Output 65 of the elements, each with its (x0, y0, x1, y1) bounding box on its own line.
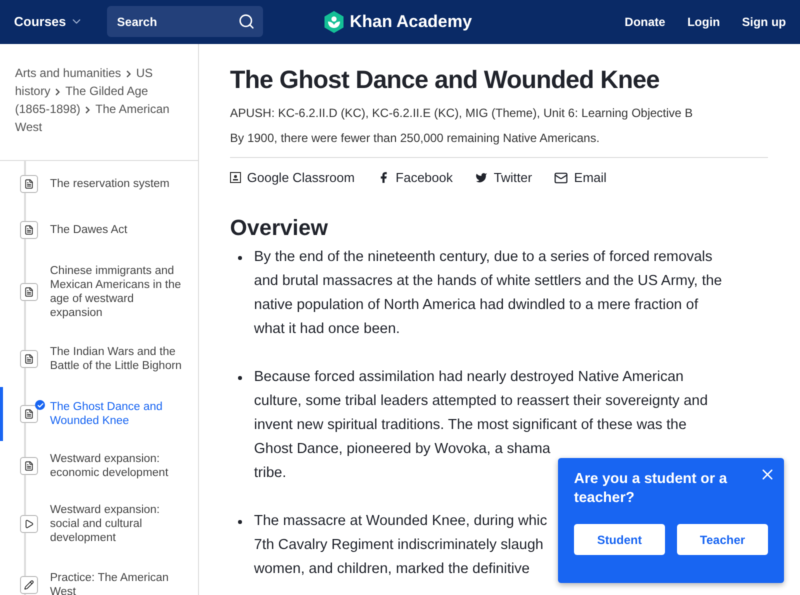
pencil-icon (24, 580, 34, 590)
article-title: The Ghost Dance and Wounded Knee (230, 66, 660, 95)
breadcrumb-link[interactable]: The Gilded Age (65, 84, 148, 98)
header-link[interactable]: Donate (624, 14, 666, 28)
bullet-icon (238, 256, 242, 260)
breadcrumb-link[interactable]: Arts and humanities (15, 66, 122, 80)
header-link[interactable]: Sign up (742, 14, 786, 28)
document-icon (24, 461, 34, 471)
bullet-text-line: tribe. (254, 464, 286, 483)
logo-icon (324, 10, 344, 32)
classroom-icon (230, 172, 241, 183)
header-link[interactable]: Login (687, 14, 720, 28)
lesson-item[interactable]: Chinese immigrants and Mexican Americans in the age of westward expansion (0, 253, 198, 331)
chevron-icon (126, 70, 132, 78)
lesson-item[interactable]: The Indian Wars and the Battle of the Little Bighorn (0, 331, 198, 387)
lesson-item[interactable]: The reservation system (0, 161, 198, 207)
lesson-item[interactable]: Westward expansion: social and cultural development (0, 491, 198, 557)
lesson-item[interactable]: The Dawes Act (0, 207, 198, 253)
document-icon (24, 225, 34, 235)
bullet-text-line: The massacre at Wounded Knee, during whic (254, 512, 548, 531)
search-icon (238, 13, 256, 30)
lesson-item[interactable]: Practice: The American West (0, 557, 198, 595)
lesson-item[interactable]: Westward expansion: economic development (0, 441, 198, 491)
play-icon (24, 519, 34, 529)
share-link[interactable]: Email (554, 170, 607, 185)
bullet-text-line: By the end of the nineteenth century, due to a series of forced removals (254, 248, 712, 267)
share-link[interactable]: Facebook (376, 170, 453, 185)
logo-text[interactable]: Khan Academy (350, 12, 472, 32)
bullet-text-line: what it had once been. (254, 320, 400, 339)
breadcrumb-link[interactable]: The American (95, 102, 170, 116)
breadcrumb-link[interactable]: history (15, 84, 50, 98)
breadcrumb-link[interactable]: (1865-1898) (15, 102, 80, 116)
bullet-icon (238, 376, 242, 380)
check-icon (35, 400, 45, 410)
breadcrumb-link[interactable]: West (15, 120, 42, 134)
standards-text: APUSH: KC-6.2.II.D (KC), KC-6.2.II.E (KC), MIG (Theme), Unit 6: Learning Objective B (230, 106, 694, 120)
search-field[interactable]: Search (107, 6, 264, 37)
bullet-text-line: native population of North America had dwindled to a mere fraction of (254, 296, 698, 315)
breadcrumb-link[interactable]: US (136, 66, 153, 80)
bullet-text-line: women, and children, marked the definitive (254, 560, 530, 579)
twitter-icon (474, 171, 488, 184)
bullet-text-line: and brutal massacres at the hands of white settlers and the US Army, the (254, 272, 722, 291)
role-button[interactable]: Student (574, 524, 665, 555)
email-icon (554, 170, 568, 184)
lesson-item[interactable]: The Ghost Dance and Wounded Knee (0, 387, 198, 441)
bullet-text-line: Ghost Dance, pioneered by Wovoka, a shama (254, 440, 550, 459)
courses-menu[interactable]: Courses (14, 14, 84, 29)
document-icon (24, 354, 34, 364)
popup-question: Are you a student or a teacher? (574, 470, 728, 508)
share-link[interactable]: Google Classroom (230, 170, 355, 185)
bullet-text-line: 7th Cavalry Regiment indiscriminately slaugh (254, 536, 544, 555)
bullet-text-line: Because forced assimilation had nearly destroyed Native American (254, 368, 684, 387)
role-button[interactable]: Teacher (677, 524, 768, 555)
bullet-text-line: invent new spiritual traditions. The most significant of these was the (254, 416, 687, 435)
bullet-text-line: culture, some tribal leaders attempted to reassert their sovereignty and (254, 392, 708, 411)
bullet-icon (238, 520, 242, 524)
document-icon (24, 179, 34, 189)
chevron-icon (55, 88, 60, 96)
document-icon (24, 287, 34, 297)
summary-text: By 1900, there were fewer than 250,000 remaining Native Americans. (230, 131, 601, 145)
section-heading: Overview (230, 215, 329, 241)
share-link[interactable]: Twitter (474, 170, 532, 185)
chevron-icon (85, 106, 90, 114)
search-input[interactable]: Search (115, 14, 238, 30)
document-icon (24, 409, 34, 419)
